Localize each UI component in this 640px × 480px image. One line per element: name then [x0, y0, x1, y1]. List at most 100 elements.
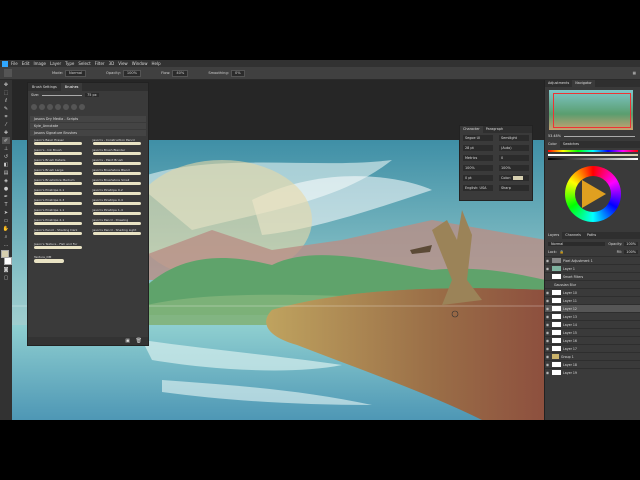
menu-edit[interactable]: Edit	[22, 60, 30, 67]
eraser-tool-icon[interactable]: ◧	[2, 161, 10, 168]
mode-select[interactable]: Normal	[65, 69, 87, 77]
layer-row[interactable]: ◉ Layer 11	[545, 296, 640, 304]
brush-preset[interactable]: Texture_DM	[31, 255, 145, 264]
stamp-tool-icon[interactable]: ⊥	[2, 145, 10, 152]
layer-row[interactable]: ◉ Layer 14	[545, 320, 640, 328]
shape-tool-icon[interactable]: ▭	[2, 217, 10, 224]
visibility-eye-icon[interactable]: ◉	[545, 362, 550, 367]
brush-preset[interactable]: Jason's Pinstripe 1-1	[31, 208, 87, 217]
horizontal-scale-input[interactable]: 100%	[499, 165, 529, 171]
brush-preset[interactable]: Jason's Pinstripe 0-3	[31, 198, 87, 207]
tab-brushes[interactable]: Brushes	[60, 83, 83, 91]
color-triangle[interactable]	[582, 180, 606, 208]
pen-tool-icon[interactable]: ✒	[2, 193, 10, 200]
visibility-eye-icon[interactable]: ◉	[545, 370, 550, 375]
menu-select[interactable]: Select	[78, 60, 90, 67]
brush-preset[interactable]: Jason's - Ink Brush	[31, 148, 87, 157]
opacity-input[interactable]: 100%	[122, 69, 142, 77]
brush-preset[interactable]: Jason's Brush Blender	[90, 148, 146, 157]
brush-folder[interactable]: Kyle_Annotate	[30, 123, 146, 129]
smoothing-input[interactable]: 0%	[230, 69, 245, 77]
visibility-eye-icon[interactable]: ◉	[545, 354, 550, 359]
menu-file[interactable]: File	[11, 60, 18, 67]
hand-tool-icon[interactable]: ✋	[2, 225, 10, 232]
leading-input[interactable]: (Auto)	[499, 145, 529, 151]
eyedropper-tool-icon[interactable]: ⁄	[2, 121, 10, 128]
marquee-tool-icon[interactable]: ⬚	[2, 89, 10, 96]
brush-folder[interactable]: Jasons Dry Media - Scripts	[30, 116, 146, 122]
more-tools-icon[interactable]: …	[2, 241, 10, 248]
move-tool-icon[interactable]: ✥	[2, 81, 10, 88]
visibility-eye-icon[interactable]: ◉	[545, 346, 550, 351]
visibility-eye-icon[interactable]: ◉	[545, 330, 550, 335]
visibility-eye-icon[interactable]: ◉	[545, 258, 550, 263]
visibility-eye-icon[interactable]: ◉	[545, 338, 550, 343]
tab-adjustments[interactable]: Adjustments	[545, 80, 572, 87]
brush-preset[interactable]: Jason's - Paint Brush	[90, 158, 146, 167]
tab-navigator[interactable]: Navigator	[572, 80, 595, 87]
layer-row[interactable]: ◉ Layer 1	[545, 264, 640, 272]
brush-preset[interactable]: Jason's Brushstore Medium	[31, 178, 87, 187]
zoom-tool-icon[interactable]: ⌕	[2, 233, 10, 240]
history-brush-icon[interactable]: ↺	[2, 153, 10, 160]
tab-color[interactable]: Color	[545, 141, 560, 148]
menu-image[interactable]: Image	[33, 60, 46, 67]
navigator-view-box[interactable]	[553, 93, 631, 128]
text-color-swatch[interactable]	[512, 176, 523, 180]
font-family-select[interactable]: Segoe UI	[463, 135, 493, 141]
brush-preset[interactable]: Jason's Pencil - Drawing	[90, 218, 146, 227]
background-color-swatch[interactable]	[4, 257, 12, 265]
size-value[interactable]: 75 px	[85, 93, 99, 97]
recent-brush-icon[interactable]	[39, 104, 45, 110]
layer-opacity-input[interactable]: 100%	[624, 241, 638, 246]
baseline-input[interactable]: 0 pt	[463, 175, 493, 181]
vertical-scale-input[interactable]: 100%	[463, 165, 493, 171]
visibility-eye-icon[interactable]: ◉	[545, 298, 550, 303]
antialias-select[interactable]: Sharp	[499, 185, 529, 191]
brush-preset[interactable]: Jason's Pinstripe 1-4	[90, 208, 146, 217]
workspace-icon[interactable]: ▦	[633, 71, 636, 75]
visibility-eye-icon[interactable]: ◉	[545, 306, 550, 311]
tab-channels[interactable]: Channels	[562, 232, 584, 239]
tab-character[interactable]: Character	[460, 126, 483, 133]
healing-tool-icon[interactable]: ✚	[2, 129, 10, 136]
recent-brush-icon[interactable]	[71, 104, 77, 110]
layer-row[interactable]: Gaussian Blur	[545, 280, 640, 288]
layer-row[interactable]: ◉ Layer 15	[545, 328, 640, 336]
brush-preset[interactable]: Jason's Pinstripe 0-2	[90, 188, 146, 197]
color-wheel[interactable]	[565, 166, 621, 222]
visibility-eye-icon[interactable]: ◉	[545, 266, 550, 271]
menu-window[interactable]: Window	[132, 60, 148, 67]
menu-view[interactable]: View	[118, 60, 128, 67]
tab-paragraph[interactable]: Paragraph	[483, 126, 506, 133]
menu-layer[interactable]: Layer	[50, 60, 61, 67]
quick-select-tool-icon[interactable]: ✎	[2, 105, 10, 112]
menu-filter[interactable]: Filter	[95, 60, 105, 67]
brush-tool-icon[interactable]: ✐	[2, 137, 10, 144]
layer-row[interactable]: ◉ Layer 12	[545, 304, 640, 312]
tab-layers[interactable]: Layers	[545, 232, 563, 239]
tracking-input[interactable]: 0	[499, 155, 529, 161]
brush-preset[interactable]: Jason's Brush Details	[31, 158, 87, 167]
blur-tool-icon[interactable]: ◈	[2, 177, 10, 184]
crop-tool-icon[interactable]: ⌗	[2, 113, 10, 120]
dodge-tool-icon[interactable]: ●	[2, 185, 10, 192]
new-brush-icon[interactable]: ▣	[125, 338, 130, 344]
menu-3d[interactable]: 3D	[109, 60, 115, 67]
visibility-eye-icon[interactable]: ◉	[545, 322, 550, 327]
size-slider[interactable]	[42, 94, 83, 96]
layer-row[interactable]: ◉ Layer 17	[545, 344, 640, 352]
layer-row[interactable]: ◉ Layer 19	[545, 368, 640, 376]
layer-row[interactable]: Smart Filters	[545, 272, 640, 280]
language-select[interactable]: English: USA	[463, 185, 493, 191]
recent-brush-icon[interactable]	[55, 104, 61, 110]
recent-brush-icon[interactable]	[47, 104, 53, 110]
layer-row[interactable]: ◉ Layer 13	[545, 312, 640, 320]
kerning-input[interactable]: Metrics	[463, 155, 493, 161]
recent-brush-icon[interactable]	[31, 104, 37, 110]
gradient-tool-icon[interactable]: ▤	[2, 169, 10, 176]
fill-input[interactable]: 100%	[624, 249, 638, 254]
brush-folder[interactable]: Jasons Signature Brushes	[30, 130, 146, 136]
menu-help[interactable]: Help	[151, 60, 160, 67]
blend-mode-select[interactable]: Normal	[548, 241, 606, 246]
